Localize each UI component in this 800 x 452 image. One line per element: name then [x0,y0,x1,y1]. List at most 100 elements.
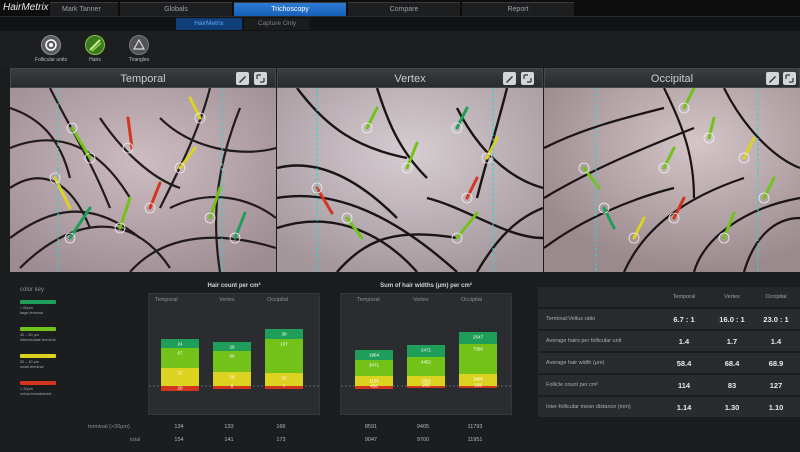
bar-segment-label: 2471 [421,348,432,353]
panel-header: Vertex [277,68,543,88]
color-swatch [20,381,56,385]
tab-compare[interactable]: Compare [348,2,460,16]
results-area: color key > 60μm large terminal 40 – 60 … [0,273,800,452]
cell: 1.4 [770,337,782,346]
terminal-temporal: 134 [174,424,184,430]
color-swatch [20,327,56,331]
hair-width-chart: Sum of hair widths (μm) per cm² Temporal… [340,283,513,415]
bar-segment-label: 20 [281,376,287,381]
tool-label: Hairs [89,57,101,63]
cell: 1.7 [726,337,738,346]
row-label: Follicle count per cm² [546,382,599,388]
panel-vertex: Vertex [277,68,543,272]
total-row-label: total [130,437,141,443]
cell: 68.9 [768,359,784,368]
cell: 1.14 [676,403,692,412]
scalp-image-vertex[interactable] [277,88,543,272]
triangles-tool[interactable]: Triangles [122,35,156,63]
hair-width-bars: 1964347111564562471445215822052547738018… [341,332,513,389]
panel-header: Occipital [544,68,800,88]
tab-trichoscopy[interactable]: Trichoscopy [234,2,346,16]
edit-icon[interactable] [503,72,516,85]
bar-segment-label: 107 [280,342,288,347]
cell: 6.7 : 1 [673,315,695,324]
bar-segment-label: 1964 [369,353,380,358]
cell: 23.0 : 1 [763,315,789,324]
row-label: Inter-follicular mean distance (mm) [546,404,631,410]
subtab-capture-only[interactable]: Capture Only [244,18,310,30]
terminal-occipital: 166 [276,424,286,430]
hairs-tool[interactable]: Hairs [80,35,110,63]
bar-segment-label: 24 [177,342,183,347]
tool-label: Triangles [128,57,150,63]
bar-segment-label: 29 [229,345,235,350]
expand-icon[interactable] [254,72,267,85]
cell: 1.4 [678,337,690,346]
scalp-image-occipital[interactable] [544,88,800,272]
th-vertex: Vertex [724,294,740,300]
color-key-label: 40 – 60 μm intermediate terminal [20,333,56,342]
total-temporal: 154 [174,437,184,443]
width-terminal-vertex: 9405 [416,424,430,430]
color-swatch [20,300,56,304]
panel-occipital: Occipital [544,68,800,272]
hair-count-bars: 24673720296026839107207 [149,329,321,391]
chart-title: Sum of hair widths (μm) per cm² [380,283,472,289]
color-key-item: 30 – 40 μm small terminal [20,354,80,370]
app-logo: HairMetrix [3,2,49,13]
cell: 16.0 : 1 [719,315,745,324]
row-label: Average hairs per follicular unit [546,338,622,344]
bar-segment-label: 37 [177,371,183,376]
color-swatch [20,354,56,358]
width-total-temporal: 9047 [364,437,378,443]
total-occipital: 173 [276,437,286,443]
table-header: Temporal Vertex Occipital [538,287,800,307]
top-nav: HairMetrix Mark Tanner Globals Trichosco… [0,0,800,17]
panel-header: Temporal [10,68,276,88]
width-terminal-temporal: 8591 [364,424,378,430]
bar-segment-label: 60 [229,354,235,359]
row-label: Average hair width (μm) [546,360,605,366]
table-row: Average hairs per follicular unit 1.4 1.… [538,331,800,351]
subtab-hairmetrix[interactable]: HairMetrix [176,18,242,30]
chart-title: Hair count per cm² [207,283,261,289]
edit-icon[interactable] [236,72,249,85]
th-temporal: Temporal [672,294,696,300]
color-key-title: color key [20,287,45,293]
cell: 114 [677,381,691,390]
bar-segment-label: 456 [370,384,378,389]
nav-tabs: Mark Tanner Globals Trichoscopy Compare … [50,2,576,16]
bar-segment-label: 39 [281,332,287,337]
bar-segment-label: 26 [229,375,235,380]
toolbar: Follicular units Hairs Triangles [0,31,800,67]
color-key-label: < 30μm vellus/miniaturized [20,387,52,396]
row-label: Terminal:Vellus ratio [546,316,596,322]
table-row: Inter-follicular mean distance (mm) 1.14… [538,397,800,417]
edit-icon[interactable] [766,72,779,85]
tab-globals[interactable]: Globals [120,2,232,16]
hair-icon [85,35,105,55]
table-row: Average hair width (μm) 58.4 68.4 68.9 [538,353,800,373]
tab-report[interactable]: Report [462,2,574,16]
follicular-units-tool[interactable]: Follicular units [28,35,74,63]
cell: 1.30 [724,403,740,412]
color-key-item: > 60μm large terminal [20,300,80,316]
bar-segment-label: 3471 [369,363,380,368]
scalp-image-temporal[interactable] [10,88,276,272]
width-total-occipital: 11951 [467,437,483,443]
tab-patient[interactable]: Mark Tanner [50,2,118,16]
bar-segment-label: 7380 [473,347,484,352]
bar-segment-label: 2547 [473,335,484,340]
tool-label: Follicular units [35,57,67,63]
stats-table: Temporal Vertex Occipital Terminal:Vellu… [538,287,800,417]
triangle-icon [129,35,149,55]
bar-segment-label: 1866 [473,377,484,382]
color-key-label: 30 – 40 μm small terminal [20,360,44,369]
expand-icon[interactable] [783,72,796,85]
bar-segment-label: 158 [474,383,482,388]
table-row: Follicle count per cm² 114 83 127 [538,375,800,395]
th-occipital: Occipital [765,294,787,300]
expand-icon[interactable] [521,72,534,85]
bar-segment-label: 20 [177,386,183,391]
hair-count-chart: Hair count per cm² Temporal Vertex Occip… [148,283,321,415]
